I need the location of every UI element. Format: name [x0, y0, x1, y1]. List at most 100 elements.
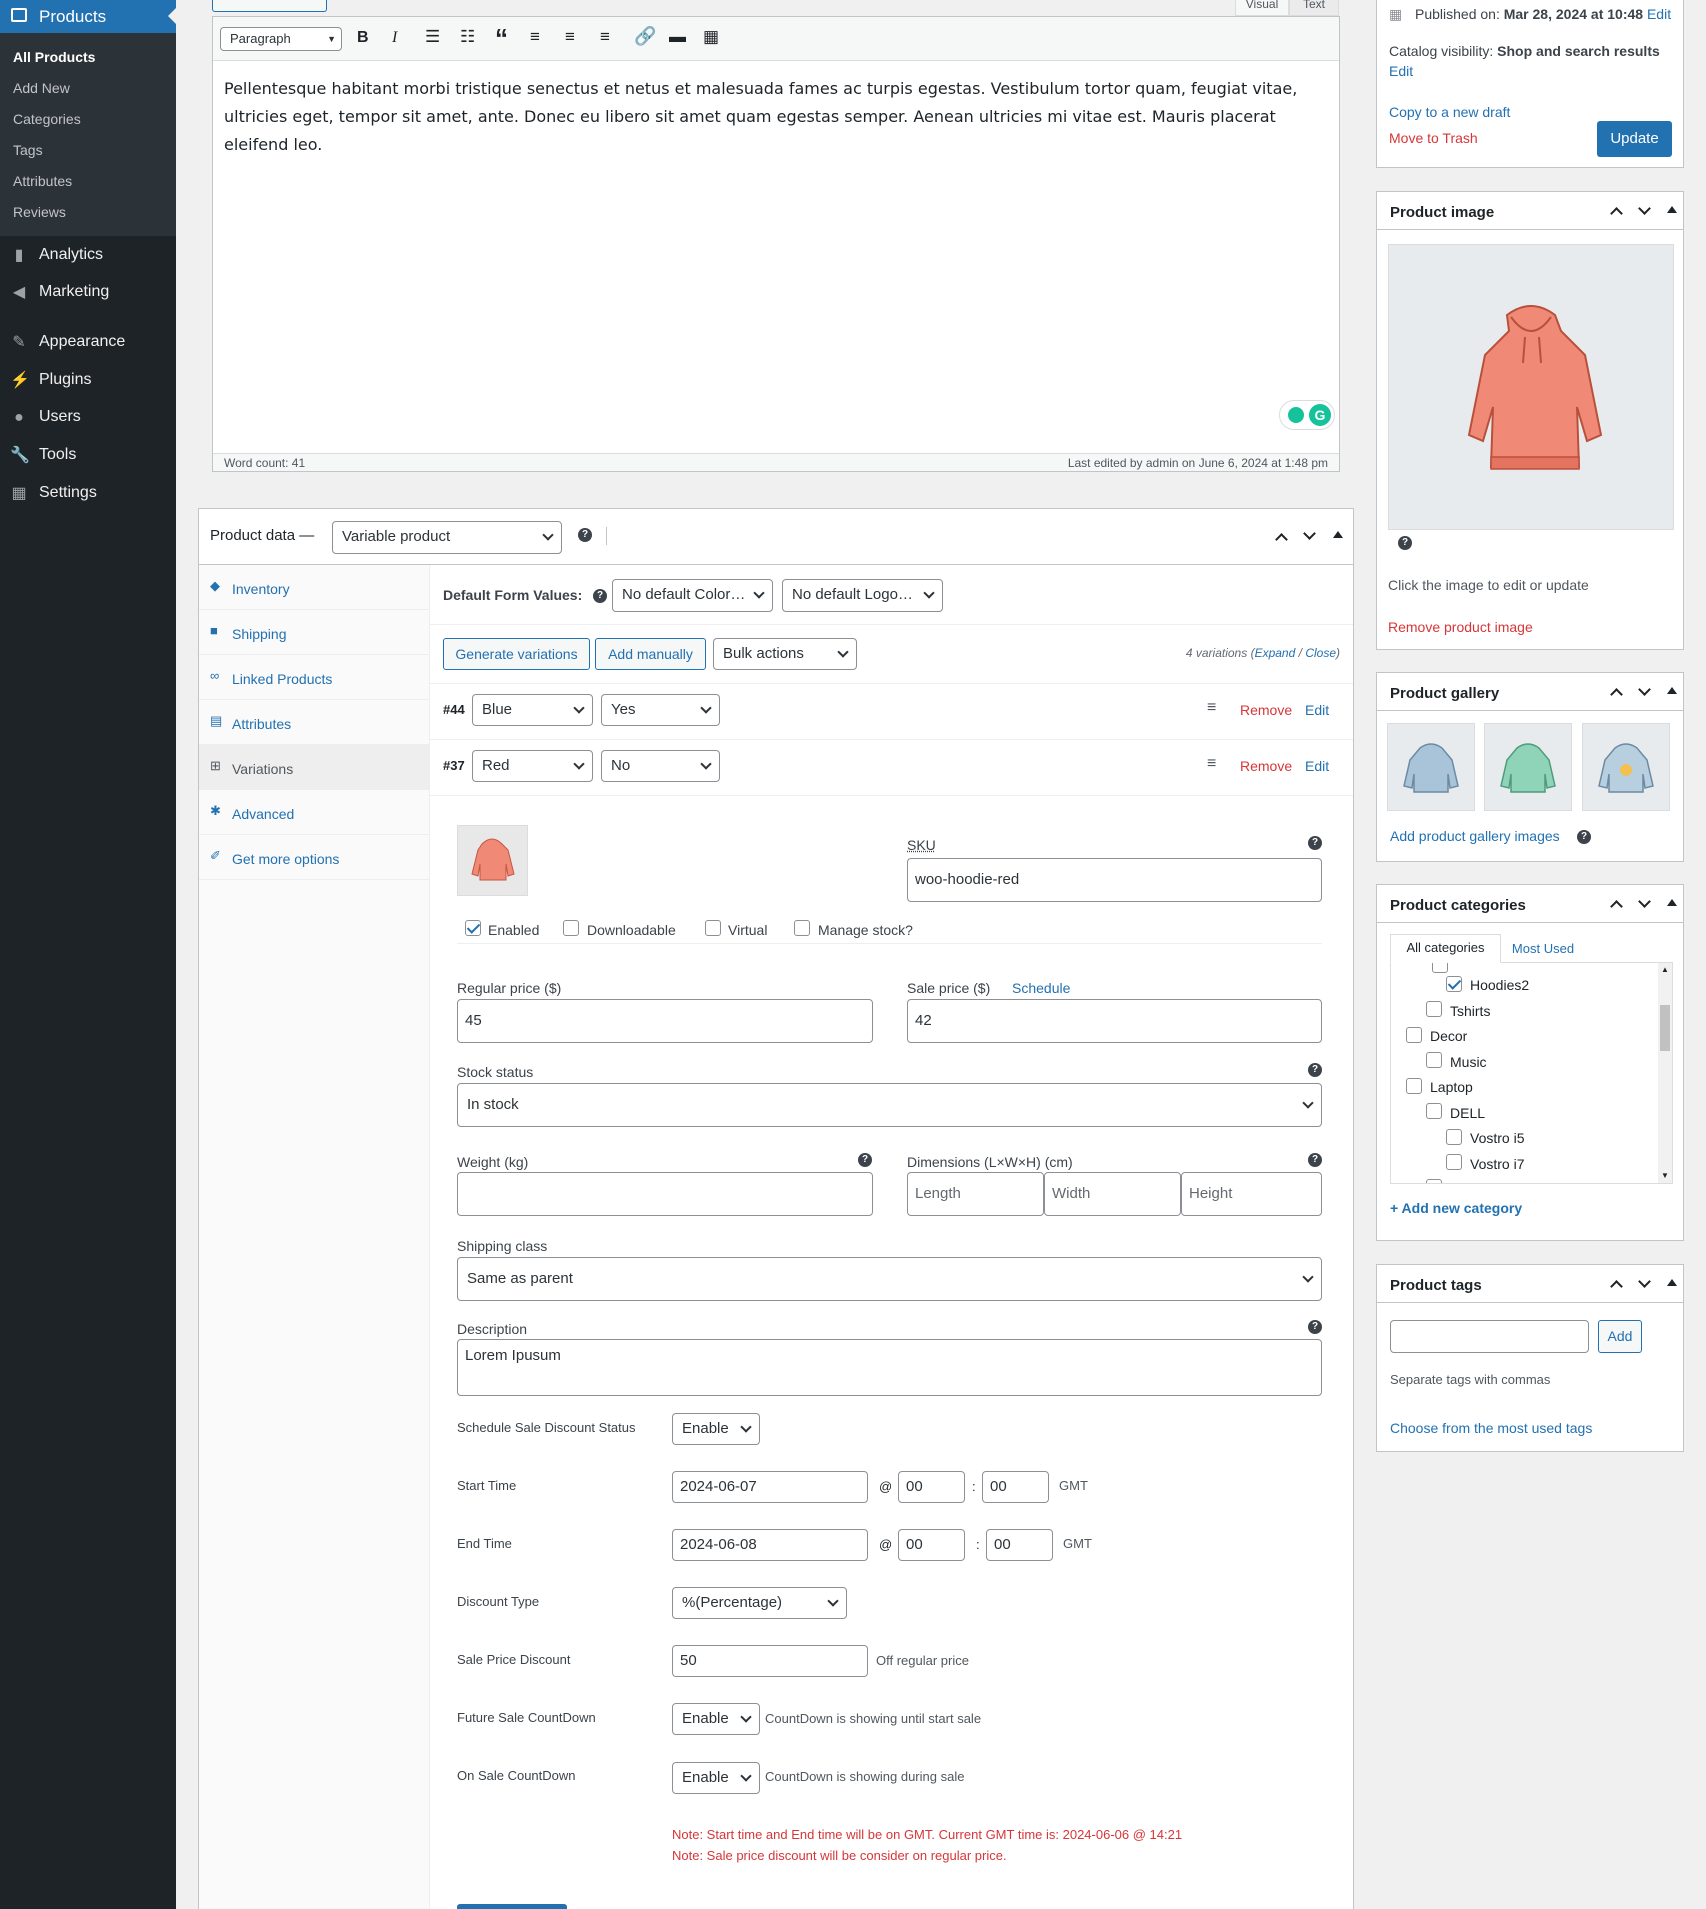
tab-linked-products[interactable]: ∞ Linked Products	[199, 655, 429, 700]
help-icon[interactable]: ?	[578, 528, 592, 542]
format-select[interactable]: Paragraph ▼	[220, 27, 342, 51]
align-right-icon[interactable]: ≡	[600, 27, 610, 47]
category-checkbox[interactable]	[1426, 1052, 1442, 1068]
expand-link[interactable]: Expand	[1255, 646, 1296, 660]
start-minute-input[interactable]: 00	[982, 1471, 1049, 1503]
gallery-image-3[interactable]	[1582, 723, 1670, 811]
edit-variation-link[interactable]: Edit	[1305, 758, 1329, 774]
move-down-icon[interactable]	[1303, 527, 1316, 540]
category-checkbox[interactable]	[1426, 1103, 1442, 1119]
menu-products[interactable]: Products	[0, 0, 176, 33]
length-input[interactable]: Length	[907, 1172, 1044, 1216]
menu-users[interactable]: ● Users	[0, 402, 176, 432]
collapse-icon[interactable]	[1667, 206, 1677, 213]
tab-inventory[interactable]: ◆ Inventory	[199, 565, 429, 610]
sale-price-input[interactable]: 42	[907, 999, 1322, 1043]
submenu-tags[interactable]: Tags	[13, 142, 43, 158]
italic-icon[interactable]: I	[392, 29, 397, 47]
add-gallery-link[interactable]: Add product gallery images	[1390, 828, 1560, 844]
collapse-icon[interactable]	[1333, 531, 1343, 538]
height-input[interactable]: Height	[1181, 1172, 1322, 1216]
add-tag-button[interactable]: Add	[1598, 1320, 1642, 1353]
generate-variations-button[interactable]: Generate variations	[443, 638, 590, 670]
scrollbar[interactable]: ▲ ▼	[1658, 963, 1672, 1183]
enabled-checkbox[interactable]	[465, 920, 481, 936]
move-up-icon[interactable]	[1610, 207, 1623, 220]
help-icon[interactable]: ?	[858, 1153, 872, 1167]
grammarly-widget[interactable]: G	[1279, 400, 1335, 430]
menu-analytics[interactable]: ▮ Analytics	[0, 240, 176, 270]
category-checkbox[interactable]	[1432, 963, 1448, 973]
drag-handle-icon[interactable]: ≡	[1207, 699, 1216, 717]
edit-date-link[interactable]: Edit	[1647, 6, 1671, 22]
category-checkbox[interactable]	[1446, 1129, 1462, 1145]
bulk-actions-select[interactable]: Bulk actions	[713, 638, 857, 670]
editor-content[interactable]: Pellentesque habitant morbi tristique se…	[224, 75, 1329, 159]
scroll-up-icon[interactable]: ▲	[1661, 965, 1669, 974]
menu-settings[interactable]: ▦ Settings	[0, 478, 176, 508]
category-checkbox[interactable]	[1406, 1027, 1422, 1043]
move-up-icon[interactable]	[1610, 1280, 1623, 1293]
help-icon[interactable]: ?	[1398, 536, 1412, 550]
tab-text[interactable]: Text	[1289, 0, 1339, 16]
schedule-status-select[interactable]: Enable	[672, 1413, 760, 1445]
variation-logo-select[interactable]: Yes	[601, 694, 720, 726]
edit-variation-link[interactable]: Edit	[1305, 702, 1329, 718]
submenu-categories[interactable]: Categories	[13, 111, 81, 127]
variation-row[interactable]: #37 Red No ≡ Remove Edit	[430, 740, 1353, 796]
bullet-list-icon[interactable]: ☰	[425, 27, 440, 47]
collapse-icon[interactable]	[1667, 899, 1677, 906]
help-icon[interactable]: ?	[1308, 1320, 1322, 1334]
remove-image-link[interactable]: Remove product image	[1388, 619, 1533, 635]
remove-variation-link[interactable]: Remove	[1240, 702, 1292, 718]
schedule-link[interactable]: Schedule	[1012, 980, 1070, 996]
default-color-select[interactable]: No default Color…	[612, 579, 773, 612]
blockquote-icon[interactable]: “	[495, 23, 508, 54]
category-checkbox[interactable]	[1426, 1001, 1442, 1017]
link-icon[interactable]: 🔗	[634, 26, 656, 47]
scrollbar-thumb[interactable]	[1660, 1005, 1670, 1051]
tab-shipping[interactable]: ■ Shipping	[199, 610, 429, 655]
submenu-reviews[interactable]: Reviews	[13, 204, 66, 220]
stock-status-select[interactable]: In stock	[457, 1083, 1322, 1127]
add-manually-button[interactable]: Add manually	[595, 638, 706, 670]
numbered-list-icon[interactable]: ☷	[460, 27, 475, 47]
virtual-checkbox[interactable]	[705, 920, 721, 936]
toolbar-toggle-icon[interactable]: ▦	[703, 27, 719, 47]
submenu-attributes[interactable]: Attributes	[13, 173, 72, 189]
tab-variations[interactable]: ⊞ Variations	[199, 745, 429, 790]
start-hour-input[interactable]: 00	[898, 1471, 965, 1503]
discount-type-select[interactable]: %(Percentage)	[672, 1587, 847, 1619]
tab-visual[interactable]: Visual	[1235, 0, 1289, 16]
sku-input[interactable]: woo-hoodie-red	[907, 858, 1322, 902]
help-icon[interactable]: ?	[1308, 836, 1322, 850]
width-input[interactable]: Width	[1044, 1172, 1181, 1216]
variation-color-select[interactable]: Red	[472, 750, 593, 782]
tab-attributes[interactable]: ▤ Attributes	[199, 700, 429, 745]
sale-price-discount-input[interactable]: 50	[672, 1645, 868, 1677]
regular-price-input[interactable]: 45	[457, 999, 873, 1043]
read-more-icon[interactable]: ▬	[669, 27, 686, 47]
category-checkbox[interactable]	[1446, 976, 1462, 992]
tag-input[interactable]	[1390, 1320, 1589, 1353]
move-down-icon[interactable]	[1638, 1275, 1651, 1288]
collapse-icon[interactable]	[1667, 687, 1677, 694]
variation-logo-select[interactable]: No	[601, 750, 720, 782]
gallery-image-1[interactable]	[1387, 723, 1475, 811]
product-type-select[interactable]: Variable product	[332, 521, 562, 554]
end-hour-input[interactable]: 00	[898, 1529, 965, 1561]
weight-input[interactable]	[457, 1172, 873, 1216]
help-icon[interactable]: ?	[1308, 1153, 1322, 1167]
shipping-class-select[interactable]: Same as parent	[457, 1257, 1322, 1301]
move-down-icon[interactable]	[1638, 895, 1651, 908]
copy-draft-link[interactable]: Copy to a new draft	[1389, 104, 1510, 120]
menu-plugins[interactable]: ⚡ Plugins	[0, 365, 176, 395]
add-category-link[interactable]: + Add new category	[1390, 1200, 1522, 1216]
remove-variation-link[interactable]: Remove	[1240, 758, 1292, 774]
move-down-icon[interactable]	[1638, 683, 1651, 696]
variation-row[interactable]: #44 Blue Yes ≡ Remove Edit	[430, 684, 1353, 740]
align-left-icon[interactable]: ≡	[530, 27, 540, 47]
add-media-button[interactable]	[212, 0, 327, 12]
close-link[interactable]: Close	[1305, 646, 1336, 660]
description-textarea[interactable]: Lorem Ipusum	[457, 1339, 1322, 1396]
